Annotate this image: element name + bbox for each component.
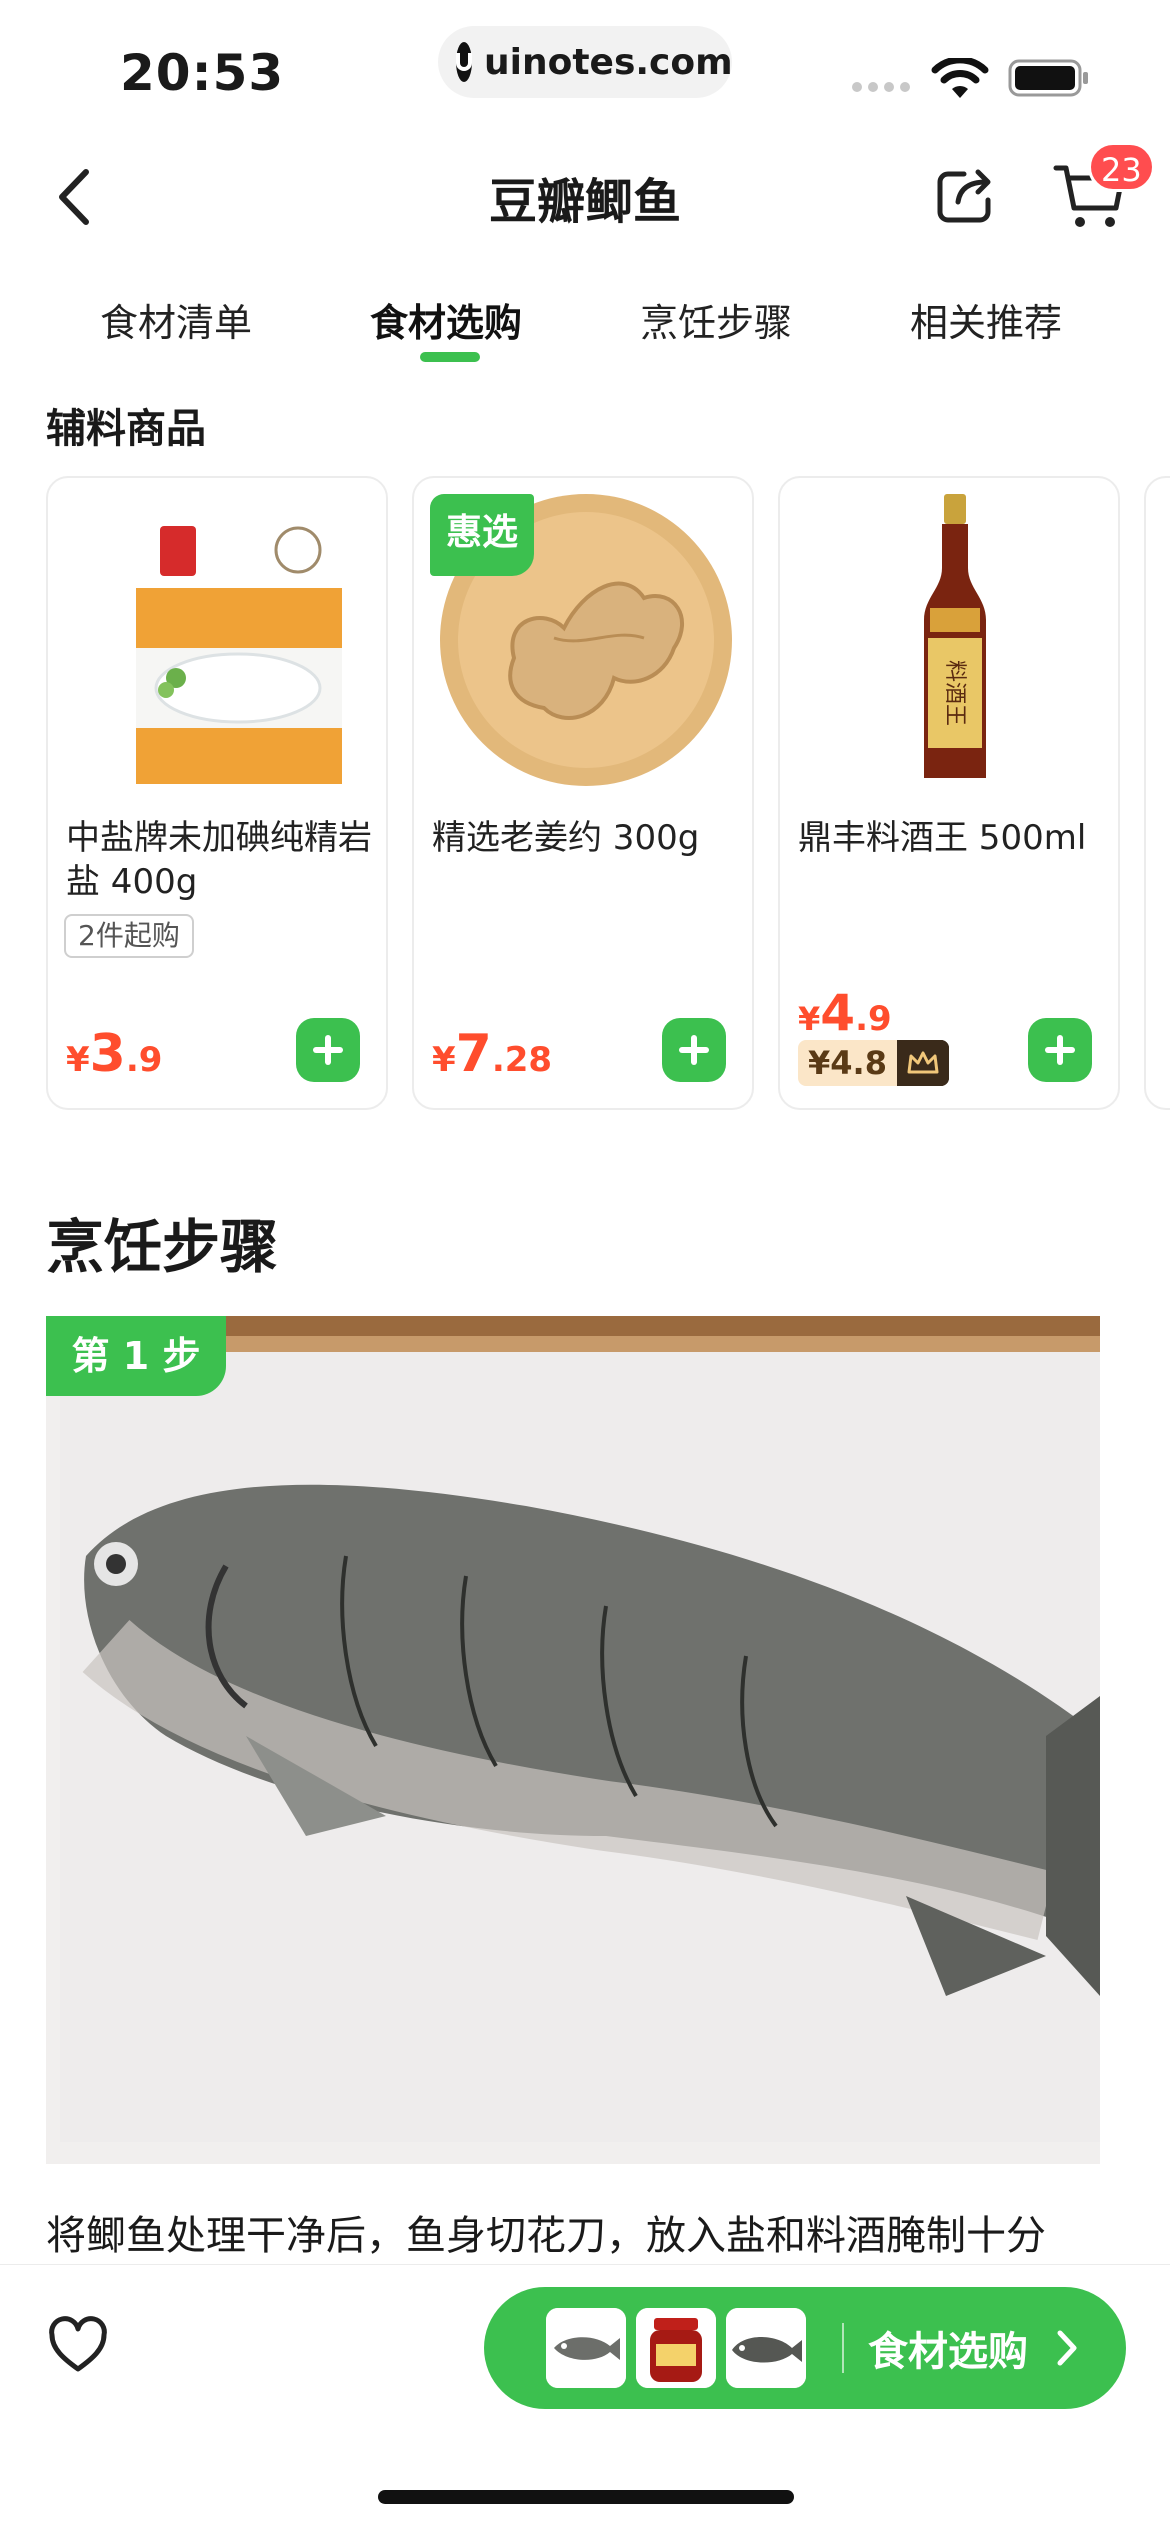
chevron-right-icon bbox=[1057, 2330, 1077, 2366]
shop-button-label: 食材选购 bbox=[868, 2329, 1028, 2375]
url-pill[interactable]: uinotes.com bbox=[438, 26, 733, 98]
salt-package-image bbox=[136, 496, 342, 784]
member-crown-icon bbox=[896, 1040, 949, 1086]
cooking-wine-bottle-image: 料酒王 bbox=[924, 494, 986, 778]
product-card[interactable]: 料酒王 鼎丰料酒王 500ml ¥4.9 ¥4.8 bbox=[778, 476, 1120, 1110]
section-title: 辅料商品 bbox=[46, 406, 206, 452]
tab-bar: 食材清单 食材选购 烹饪步骤 相关推荐 bbox=[0, 282, 1170, 372]
step-description: 将鲫鱼处理干净后，鱼身切花刀，放入盐和料酒腌制十分 bbox=[46, 2213, 1046, 2259]
featured-badge: 惠选 bbox=[430, 494, 534, 576]
home-indicator bbox=[378, 2490, 794, 2504]
heart-icon[interactable] bbox=[46, 2315, 110, 2375]
cart-count-badge: 23 bbox=[1088, 142, 1155, 192]
product-name: 鼎丰料酒王 500ml bbox=[798, 818, 1087, 858]
wine-label-text: 料酒王 bbox=[942, 660, 967, 726]
member-price: ¥4.8 bbox=[798, 1038, 949, 1088]
fish-thumbnail-icon-2 bbox=[726, 2308, 806, 2388]
product-card[interactable]: 中盐牌未加碘纯精岩盐 400g 2件起购 ¥3.9 bbox=[46, 476, 388, 1110]
step-1-fish-photo bbox=[46, 1316, 1100, 2164]
product-name: 中盐牌未加碘纯精岩盐 400g bbox=[66, 818, 372, 902]
status-time: 20:53 bbox=[120, 44, 285, 102]
tab-related[interactable]: 相关推荐 bbox=[910, 292, 1062, 347]
cellular-signal-icon bbox=[852, 82, 910, 92]
product-card[interactable]: 惠选 精选老姜约 300g ¥7.28 bbox=[412, 476, 754, 1110]
member-price-value: ¥4.8 bbox=[798, 1040, 897, 1086]
product-carousel[interactable]: 中盐牌未加碘纯精岩盐 400g 2件起购 ¥3.9 惠选 精选老姜约 300g … bbox=[46, 476, 1170, 1112]
min-purchase-tag: 2件起购 bbox=[64, 914, 194, 958]
url-text: uinotes.com bbox=[484, 41, 733, 83]
status-bar: 20:53 uinotes.com bbox=[0, 0, 1170, 130]
tab-cooking-steps[interactable]: 烹饪步骤 bbox=[640, 292, 792, 347]
product-price: ¥3.9 bbox=[66, 1024, 163, 1084]
product-card-partial[interactable] bbox=[1144, 476, 1170, 1110]
product-name: 精选老姜约 300g bbox=[432, 818, 700, 858]
step-number-badge: 第 1 步 bbox=[46, 1316, 226, 1396]
battery-icon bbox=[1008, 59, 1088, 97]
fish-thumbnail-icon bbox=[546, 2308, 626, 2388]
button-divider bbox=[842, 2323, 844, 2373]
wifi-icon bbox=[931, 58, 989, 98]
add-to-cart-button[interactable] bbox=[1028, 1018, 1092, 1082]
product-price: ¥4.9 bbox=[798, 984, 892, 1042]
steps-section-title: 烹饪步骤 bbox=[46, 1213, 279, 1281]
product-price: ¥7.28 bbox=[432, 1024, 553, 1084]
add-to-cart-button[interactable] bbox=[296, 1018, 360, 1082]
add-to-cart-button[interactable] bbox=[662, 1018, 726, 1082]
active-tab-indicator bbox=[420, 352, 480, 362]
shop-ingredients-button[interactable]: 食材选购 bbox=[484, 2287, 1126, 2409]
nav-bar: 豆瓣鲫鱼 bbox=[0, 140, 1170, 250]
bean-paste-jar-icon bbox=[636, 2308, 716, 2388]
tab-ingredient-shopping[interactable]: 食材选购 bbox=[370, 292, 522, 347]
site-logo-icon bbox=[456, 42, 472, 82]
tab-ingredient-list[interactable]: 食材清单 bbox=[100, 292, 252, 347]
share-icon[interactable] bbox=[934, 164, 996, 226]
